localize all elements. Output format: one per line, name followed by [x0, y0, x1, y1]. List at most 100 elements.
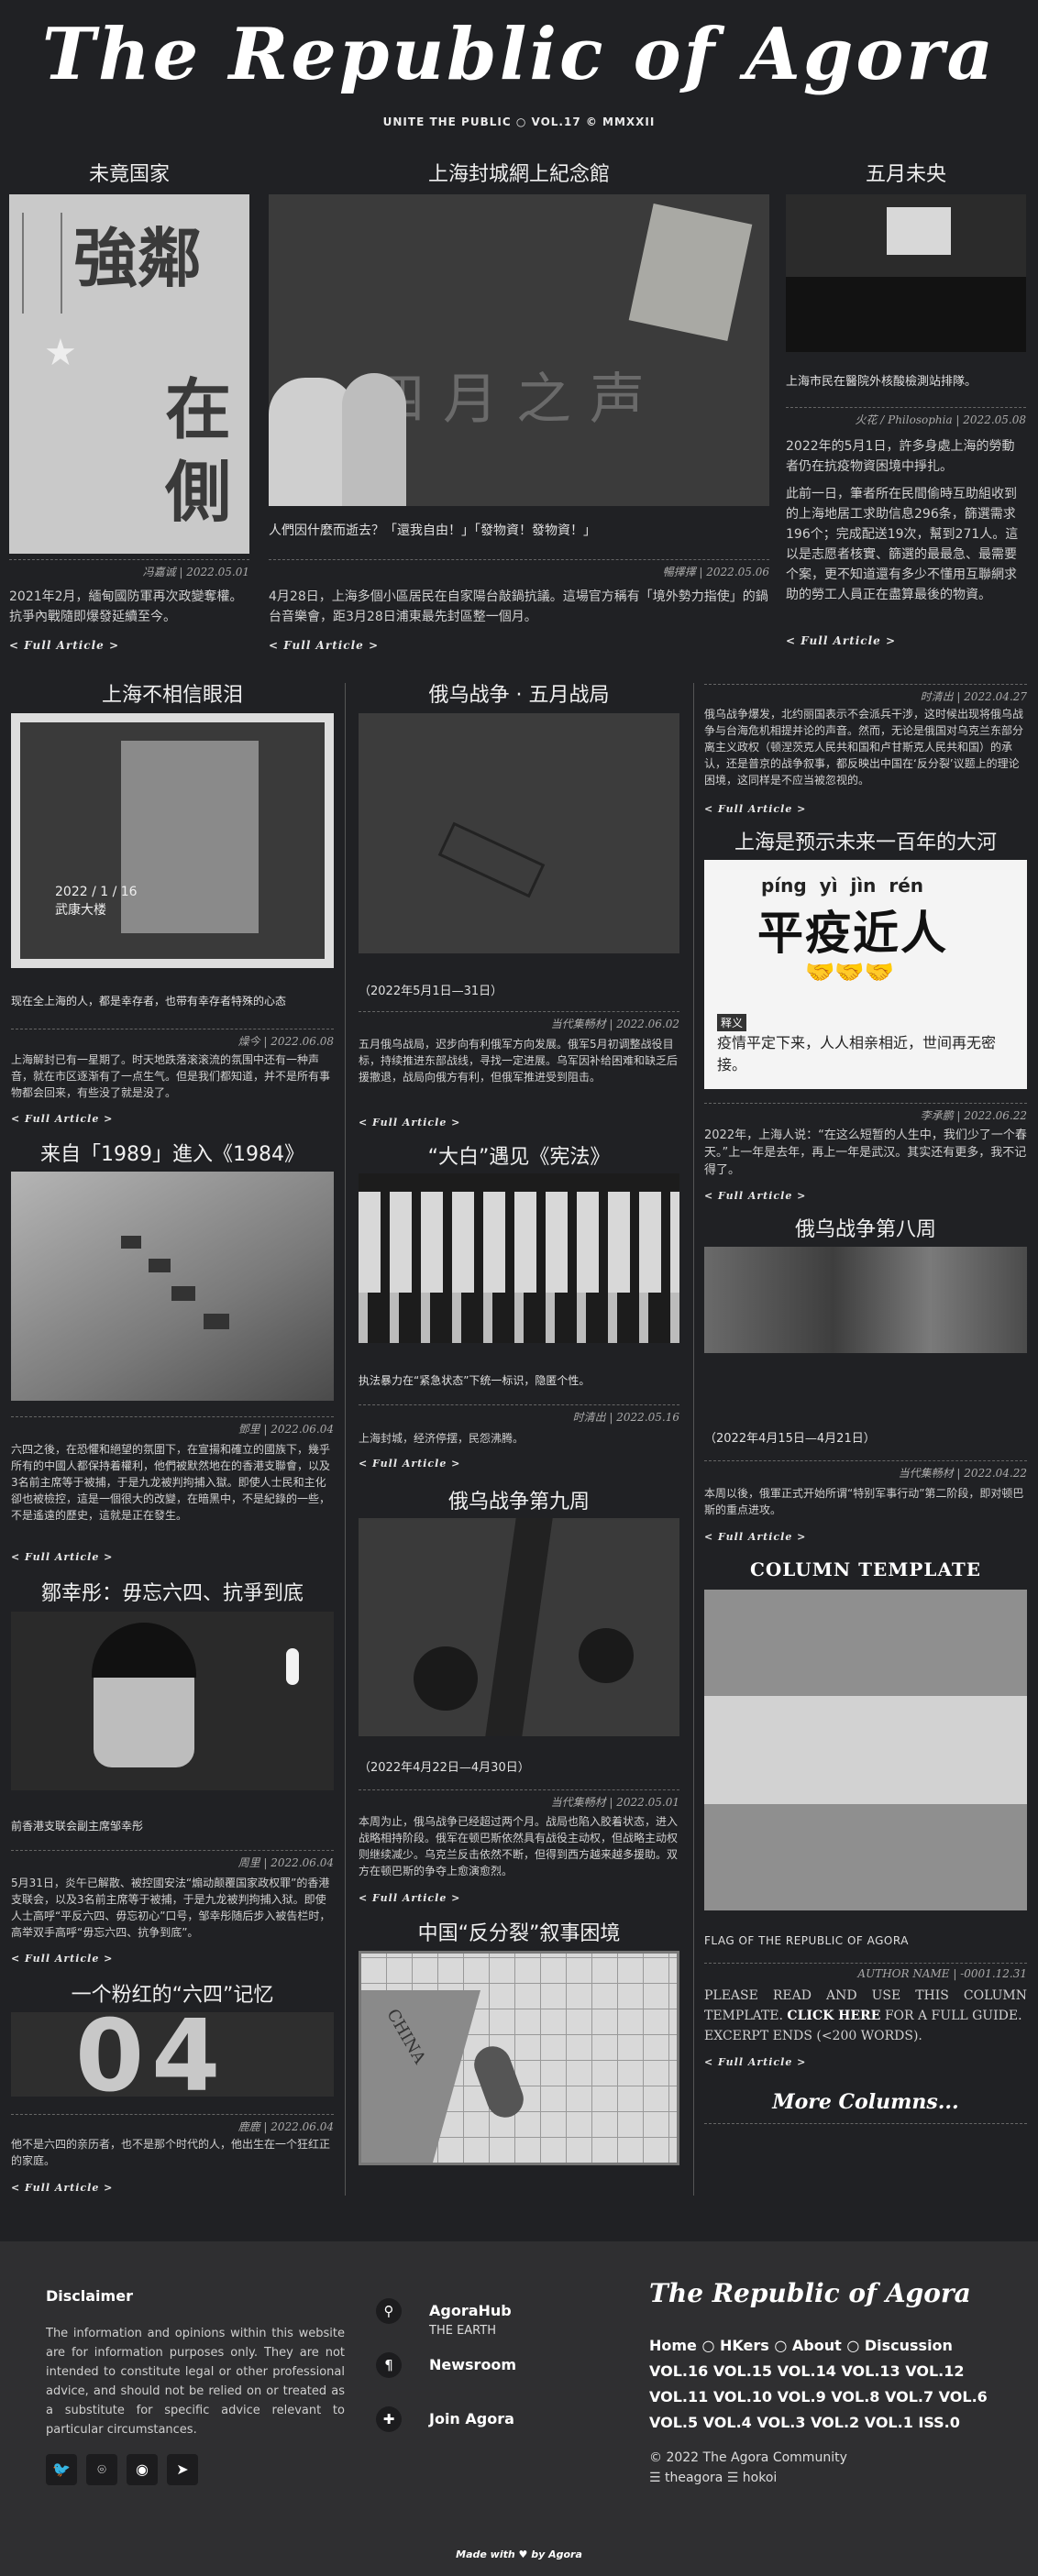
- column-divider: [345, 683, 346, 2196]
- full-article-link[interactable]: < Full Article >: [786, 634, 896, 647]
- article-excerpt: 他不是六四的亲历者，也不是那个时代的人，他出生在一个狂红正的家庭。: [11, 2138, 331, 2167]
- article-excerpt: 4月28日，上海多個小區居民在自家陽台敲鍋抗議。這場官方稱有「境外勢力指使」的鍋…: [269, 589, 768, 624]
- nav-label[interactable]: Newsroom: [429, 2356, 516, 2373]
- article-meta: 鹿鹿 | 2022.06.04: [11, 2114, 334, 2134]
- location-icon: ⚲: [376, 2298, 402, 2324]
- article-excerpt: 五月俄乌战局，迟步向有利俄军方向发展。俄军5月初调整战役目标，持续推进东部战线，…: [359, 1038, 679, 1084]
- china-map-image[interactable]: CHINA: [359, 1951, 679, 2165]
- full-article-link[interactable]: < Full Article >: [11, 1953, 113, 1965]
- article-excerpt: 2021年2月，緬甸國防軍再次政變奪權。抗爭內戰隨即爆發延續至今。: [9, 589, 243, 624]
- column-divider: [693, 683, 694, 2196]
- footer-brand[interactable]: The Republic of Agora: [649, 2278, 971, 2308]
- disclaimer-text: The information and opinions within this…: [46, 2327, 345, 2437]
- image-caption: （2022年4月15日—4月21日）: [704, 1432, 876, 1446]
- article-meta: 冯嘉诚 | 2022.05.01: [9, 559, 249, 579]
- full-article-link[interactable]: < Full Article >: [9, 639, 119, 652]
- article-heading[interactable]: 中国“反分裂”叙事困境: [359, 1921, 679, 1948]
- telegram-icon[interactable]: ➤: [167, 2454, 198, 2485]
- chow-hang-tung-image[interactable]: [11, 1612, 334, 1790]
- template-notice-end: FOR A FULL GUIDE.: [884, 2009, 1022, 2023]
- footer-volume-links[interactable]: VOL.16 VOL.15 VOL.14 VOL.13 VOL.12: [649, 2359, 1016, 2384]
- article-heading[interactable]: COLUMN TEMPLATE: [704, 1558, 1027, 1580]
- footer: Disclaimer The information and opinions …: [0, 2241, 1038, 2576]
- article-excerpt: 2022年的5月1日，許多身處上海的勞動者仍在抗疫物資困境中掙扎。: [786, 439, 1015, 474]
- guide-link[interactable]: CLICK HERE: [787, 2009, 880, 2023]
- article-heading[interactable]: 上海是预示未来一百年的大河: [704, 830, 1027, 857]
- full-article-link[interactable]: < Full Article >: [269, 639, 379, 652]
- article-excerpt: 六四之後，在恐懼和絕望的氛圍下，在宣揚和確立的國族下，幾乎所有的中國人都保持着權…: [11, 1443, 331, 1522]
- idiom-text: 平疫近人: [757, 907, 948, 960]
- article-heading[interactable]: 五月未央: [786, 161, 1026, 189]
- github-icon[interactable]: ⌾: [86, 2454, 117, 2485]
- footer-volume-links[interactable]: VOL.5 VOL.4 VOL.3 VOL.2 VOL.1 ISS.0: [649, 2410, 1016, 2436]
- full-article-link[interactable]: < Full Article >: [704, 803, 806, 815]
- nav-label[interactable]: AgoraHub: [429, 2302, 512, 2319]
- image-caption: （2022年5月1日—31日）: [359, 985, 503, 998]
- article-meta: 周里 | 2022.06.04: [11, 1850, 334, 1870]
- full-article-link[interactable]: < Full Article >: [11, 1113, 113, 1125]
- full-article-link[interactable]: < Full Article >: [704, 1190, 806, 1202]
- article-excerpt: 上海解封已有一星期了。时天地跌落滚滚流的氛围中还有一种声音，就在市区逐渐有了一点…: [11, 1053, 331, 1099]
- image-overlay-text: 2022 / 1 / 16 武康大楼: [55, 885, 138, 918]
- full-article-link[interactable]: < Full Article >: [704, 2056, 806, 2068]
- article-meta: 当代集畅材 | 2022.06.02: [359, 1011, 679, 1031]
- article-heading[interactable]: 上海封城網上紀念館: [269, 161, 769, 189]
- article-heading[interactable]: 未竟国家: [9, 161, 249, 189]
- zero-four-image[interactable]: 04: [11, 2012, 334, 2097]
- credits[interactable]: ☰ theagora ☰ hokoi: [649, 2471, 777, 2485]
- hospital-queue-image[interactable]: [786, 194, 1026, 352]
- article-meta: 火花 / Philosophia | 2022.05.08: [786, 407, 1026, 427]
- article-excerpt: 本周以後，俄軍正式开始所谓“特别军事行动”第二阶段，即对顿巴斯的重点进攻。: [704, 1487, 1024, 1516]
- article-meta: 时清出 | 2022.04.27: [704, 684, 1027, 704]
- full-article-link[interactable]: < Full Article >: [359, 1117, 460, 1128]
- aerial-road-image[interactable]: [359, 1518, 679, 1736]
- disclaimer-title: Disclaimer: [46, 2287, 133, 2305]
- image-caption: 执法暴力在“紧急状态”下统一标识，隐匿个性。: [359, 1374, 591, 1387]
- article-heading[interactable]: 一个粉红的“六四”记忆: [11, 1982, 334, 2009]
- war-painting-image[interactable]: [704, 1247, 1027, 1353]
- full-article-link[interactable]: < Full Article >: [11, 2182, 113, 2194]
- idiom-definition: 疫情平定下来，人人相亲相近，世间再无密接。: [717, 1034, 997, 1073]
- puzzle-icon: ✚: [376, 2406, 402, 2432]
- shanghai-memorial-image[interactable]: 四月之声: [269, 194, 769, 506]
- article-meta: 鄧里 | 2022.06.04: [11, 1416, 334, 1437]
- book-cover-image[interactable]: 強鄰 在側 ★: [9, 194, 249, 554]
- footer-main-links[interactable]: Home ○ HKers ○ About ○ Discussion: [649, 2333, 1016, 2359]
- article-excerpt: 2022年，上海人说：“在这么短暂的人生中，我们少了一个春天。”上一年是去年，再…: [704, 1128, 1027, 1177]
- full-article-link[interactable]: < Full Article >: [704, 1531, 806, 1543]
- full-article-link[interactable]: < Full Article >: [359, 1892, 460, 1904]
- dictionary-card-image[interactable]: píng yì jìn rén 平疫近人 🤝🤝🤝 释义 疫情平定下来，人人相亲相…: [704, 860, 1027, 1089]
- footer-volume-links[interactable]: VOL.11 VOL.10 VOL.9 VOL.8 VOL.7 VOL.6: [649, 2384, 1016, 2410]
- agora-flag-image[interactable]: [704, 1590, 1027, 1910]
- article-meta: 燥今 | 2022.06.08: [11, 1029, 334, 1049]
- image-caption: 上海市民在醫院外核酸檢測站排隊。: [786, 375, 977, 389]
- article-meta: AUTHOR NAME | -0001.12.31: [704, 1963, 1027, 1980]
- paragraph-icon: ¶: [376, 2352, 402, 2378]
- full-article-link[interactable]: < Full Article >: [359, 1458, 460, 1470]
- divider: [704, 2123, 1027, 2124]
- copyright: © 2022 The Agora Community: [649, 2450, 847, 2465]
- article-heading[interactable]: 来自「1989」進入《1984》: [11, 1141, 334, 1169]
- more-columns-link[interactable]: More Columns...: [704, 2090, 1027, 2114]
- twitter-icon[interactable]: 🐦: [46, 2454, 77, 2485]
- stormtroopers-image[interactable]: [359, 1173, 679, 1343]
- nav-label[interactable]: Join Agora: [429, 2410, 514, 2427]
- flag-stripe-top: [704, 1590, 1027, 1696]
- wukang-building-image[interactable]: 2022 / 1 / 16 武康大楼: [11, 713, 334, 968]
- article-heading[interactable]: “大白”遇见《宪法》: [359, 1144, 679, 1172]
- article-heading[interactable]: 俄乌战争 · 五月战局: [359, 682, 679, 710]
- article-meta: 时清出 | 2022.05.16: [359, 1404, 679, 1425]
- image-caption: FLAG OF THE REPUBLIC OF AGORA: [704, 1934, 909, 1947]
- article-heading[interactable]: 鄒幸彤：毋忘六四、抗爭到底: [11, 1580, 334, 1608]
- article-heading[interactable]: 俄乌战争第九周: [359, 1489, 679, 1516]
- article-heading[interactable]: 上海不相信眼泪: [11, 682, 334, 710]
- full-article-link[interactable]: < Full Article >: [11, 1551, 113, 1563]
- article-heading[interactable]: 俄乌战争第八周: [704, 1216, 1027, 1244]
- reddit-icon[interactable]: ◉: [127, 2454, 158, 2485]
- flag-stripe-bottom: [704, 1804, 1027, 1910]
- made-with-note: Made with ♥ by Agora: [456, 2548, 582, 2560]
- tank-man-image[interactable]: [11, 1172, 334, 1401]
- aerial-war-image[interactable]: [359, 713, 679, 953]
- image-overlay-text: 04: [75, 2012, 228, 2097]
- site-title[interactable]: The Republic of Agora: [0, 13, 1038, 96]
